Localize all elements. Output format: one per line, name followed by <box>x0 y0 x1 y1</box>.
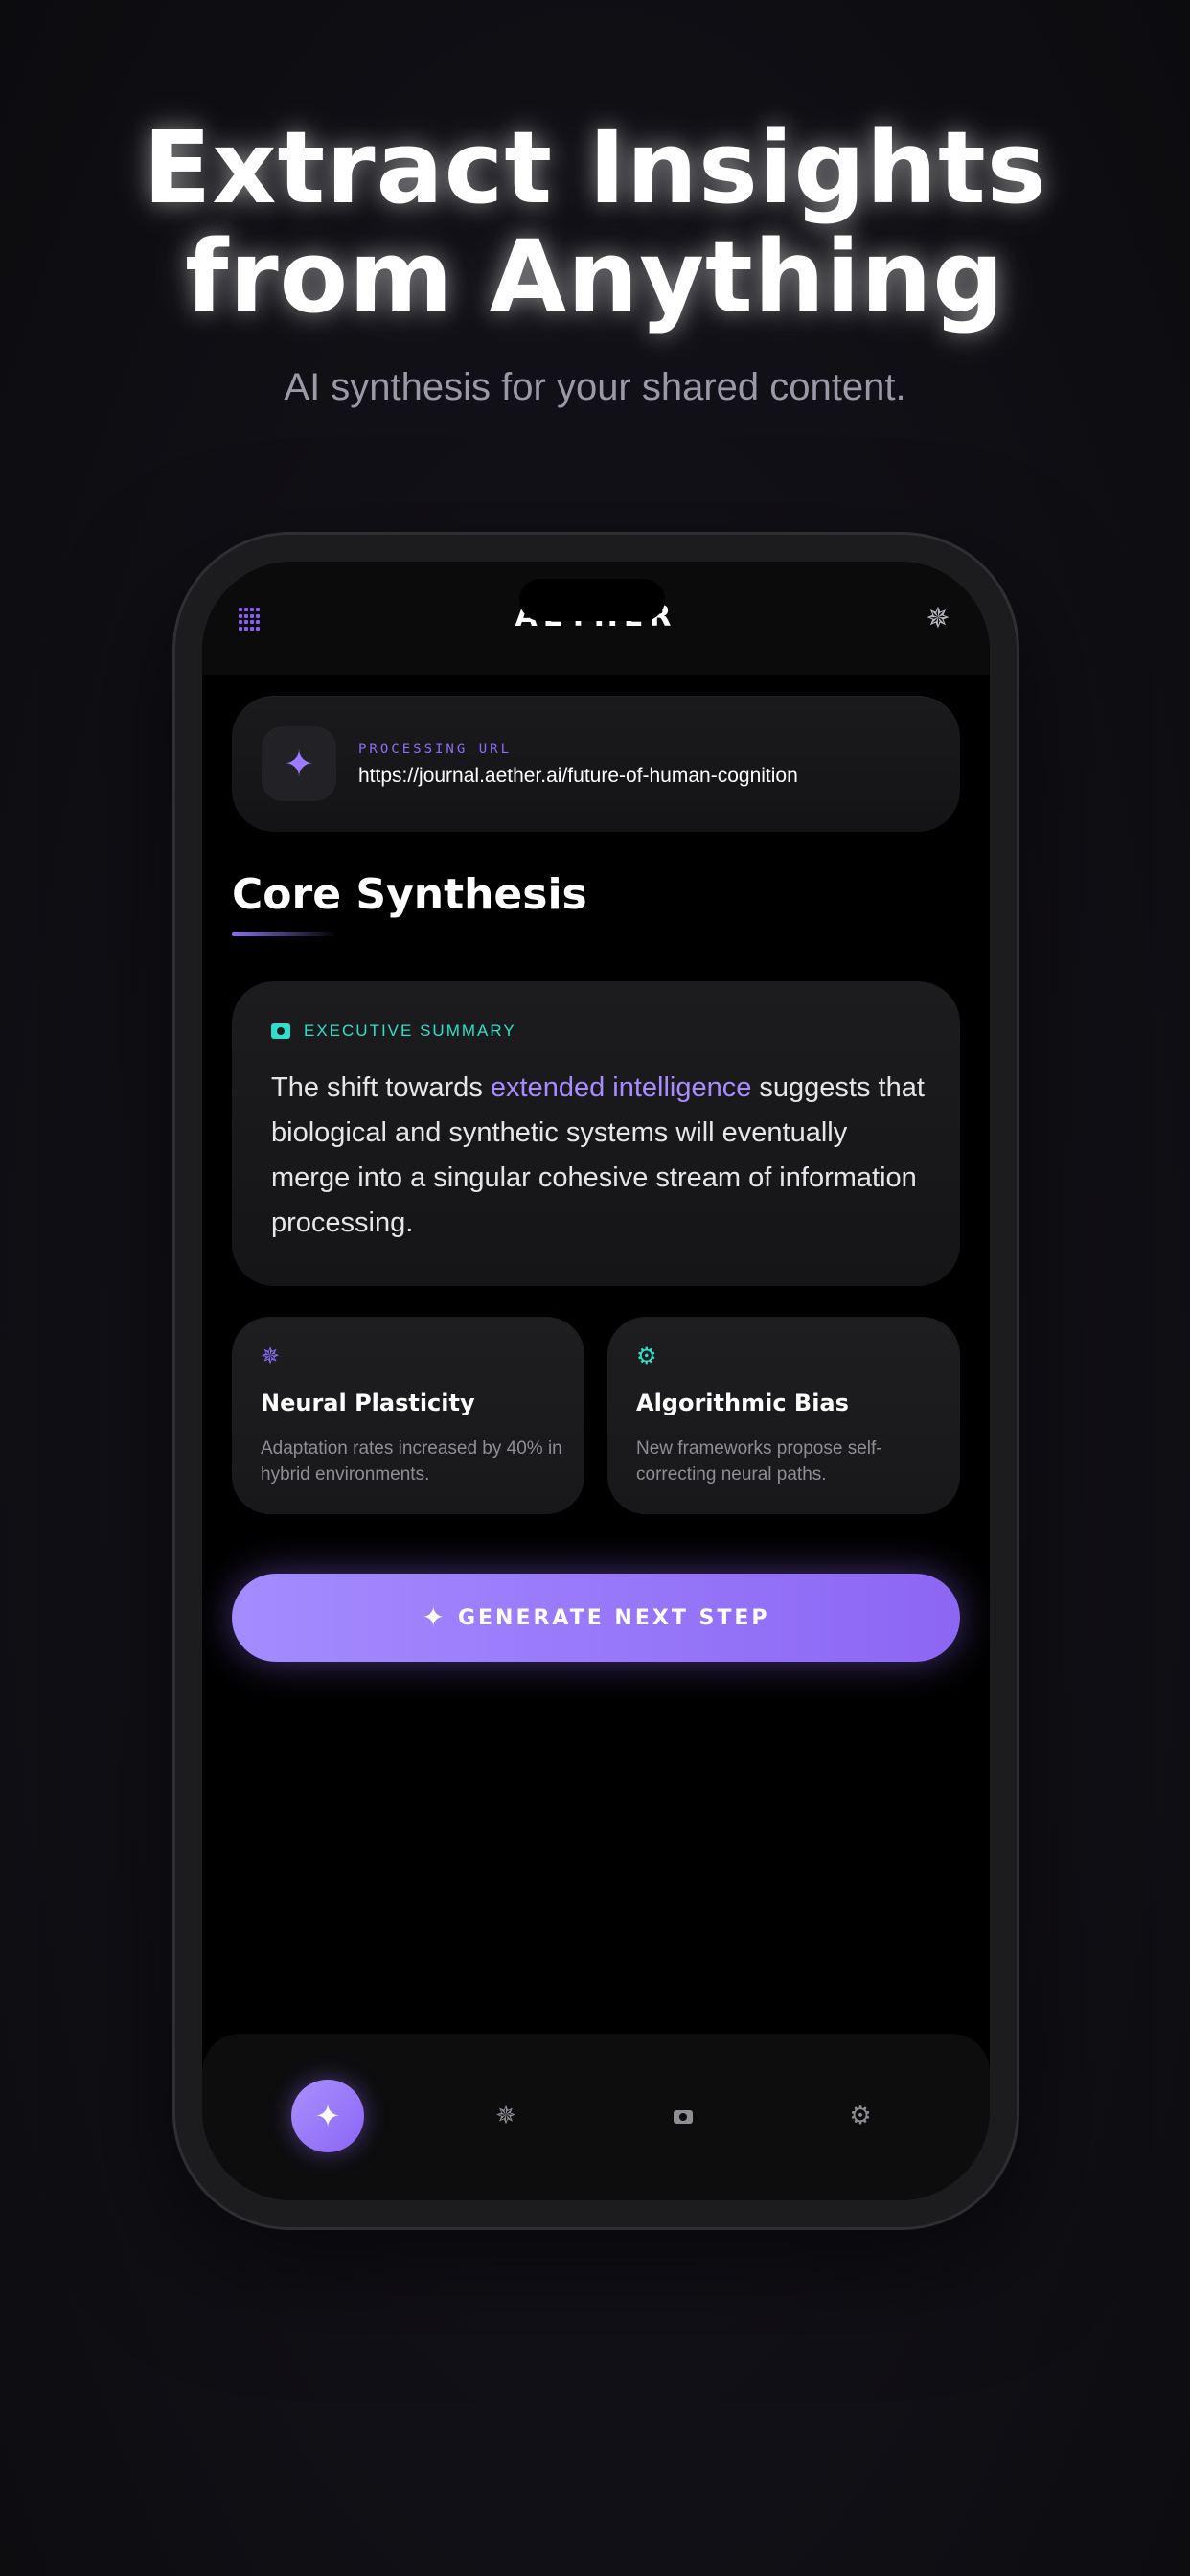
insight-description: Adaptation rates increased by 40% in hyb… <box>261 1438 562 1484</box>
sparkle-crosshair-icon: ✵ <box>495 2102 516 2130</box>
app-screen: AETHER ✵ ✦ PROCESSING URL https://journa… <box>202 562 990 2200</box>
camera-icon <box>271 1024 290 1039</box>
nav-item-settings[interactable]: ⚙ <box>824 2080 897 2152</box>
sparkle-crosshair-icon[interactable]: ✵ <box>923 604 953 634</box>
section-underline <box>232 932 337 936</box>
nav-item-explore[interactable]: ✵ <box>469 2080 542 2152</box>
camera-icon <box>674 2109 693 2124</box>
hero-title: Extract Insights from Anything <box>0 113 1190 332</box>
executive-summary-label: EXECUTIVE SUMMARY <box>304 1022 516 1040</box>
insight-description: New frameworks propose self-correcting n… <box>636 1438 882 1484</box>
hero-title-line-1: Extract Insights <box>143 109 1047 226</box>
insight-card-algorithmic-bias[interactable]: ⚙ Algorithmic Bias New frameworks propos… <box>607 1317 960 1514</box>
nav-item-synthesis[interactable]: ✦ <box>291 2080 364 2152</box>
nav-item-capture[interactable] <box>647 2080 720 2152</box>
hero-title-line-2: from Anything <box>185 218 1005 335</box>
generate-next-step-button[interactable]: ✦ GENERATE NEXT STEP <box>232 1574 960 1662</box>
summary-text-highlight: extended intelligence <box>490 1072 752 1103</box>
section-title: Core Synthesis <box>232 870 587 919</box>
gear-icon: ⚙ <box>636 1343 657 1369</box>
insight-card-neural-plasticity[interactable]: ✵ Neural Plasticity Adaptation rates inc… <box>232 1317 584 1514</box>
generate-next-step-label: GENERATE NEXT STEP <box>457 1605 770 1630</box>
hero-subtitle: AI synthesis for your shared content. <box>284 366 906 408</box>
processing-url-label: PROCESSING URL <box>358 742 513 757</box>
sparkles-icon: ✦ <box>422 1601 445 1633</box>
summary-text-before: The shift towards <box>271 1072 491 1103</box>
gear-icon: ⚙ <box>849 2102 872 2130</box>
executive-summary-text: The shift towards extended intelligence … <box>271 1066 932 1246</box>
sparkles-icon: ✦ <box>262 726 336 801</box>
processing-url-card: ✦ PROCESSING URL https://journal.aether.… <box>232 696 960 832</box>
sparkle-crosshair-icon: ✵ <box>261 1343 281 1369</box>
processing-url-value: https://journal.aether.ai/future-of-huma… <box>358 765 798 787</box>
insight-title: Neural Plasticity <box>261 1390 475 1416</box>
bottom-nav: ✦ ✵ ⚙ <box>202 2034 990 2200</box>
insight-title: Algorithmic Bias <box>636 1390 849 1416</box>
sparkles-icon: ✦ <box>314 2098 341 2134</box>
phone-frame: AETHER ✵ ✦ PROCESSING URL https://journa… <box>175 535 1017 2227</box>
dynamic-island <box>519 579 665 621</box>
executive-summary-card: EXECUTIVE SUMMARY The shift towards exte… <box>232 981 960 1286</box>
